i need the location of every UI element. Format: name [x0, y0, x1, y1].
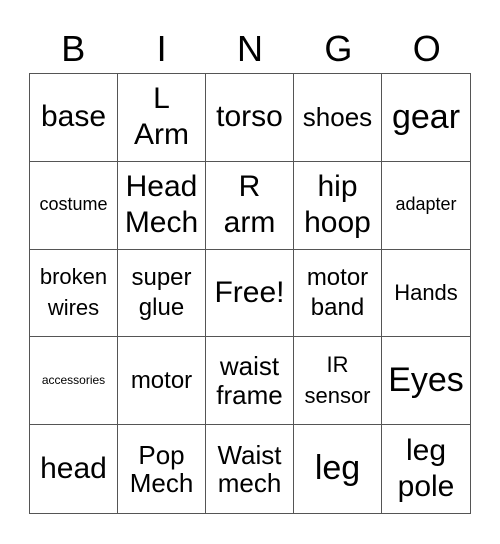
cell-label: hip hoop: [304, 170, 371, 240]
cell-label: L Arm: [134, 82, 189, 152]
cell-label: costume: [39, 194, 108, 215]
cell-label: Hands: [394, 279, 458, 305]
bingo-cell[interactable]: motor band: [294, 249, 382, 338]
bingo-cell[interactable]: Head Mech: [118, 161, 206, 250]
bingo-cell[interactable]: base: [30, 74, 118, 162]
cell-label: waist frame: [216, 351, 283, 410]
bingo-cell[interactable]: leg pole: [382, 425, 470, 513]
bingo-cell[interactable]: torso: [206, 74, 294, 162]
cell-label: adapter: [395, 194, 457, 215]
cell-label: broken wires: [39, 264, 108, 320]
bingo-cell[interactable]: head: [30, 425, 118, 513]
bingo-cell[interactable]: accessories: [30, 337, 118, 426]
bingo-cell[interactable]: IR sensor: [294, 337, 382, 426]
cell-label: Eyes: [388, 361, 464, 400]
header-letter-i: I: [156, 28, 167, 69]
bingo-cell[interactable]: super glue: [118, 249, 206, 338]
free-space-cell[interactable]: Free!: [206, 249, 294, 338]
bingo-cell[interactable]: costume: [30, 161, 118, 250]
cell-label: R arm: [223, 170, 276, 240]
cell-label: motor band: [306, 263, 369, 321]
bingo-cell[interactable]: Eyes: [382, 337, 470, 426]
cell-label: torso: [216, 100, 283, 134]
bingo-cell[interactable]: broken wires: [30, 249, 118, 338]
cell-label: Pop Mech: [129, 439, 194, 499]
bingo-grid: base L Arm torso shoes gear costume Head Mech R…: [29, 73, 471, 514]
cell-label: head: [40, 452, 107, 486]
cell-label: gear: [391, 97, 461, 136]
cell-label: shoes: [302, 102, 373, 133]
bingo-cell[interactable]: waist frame: [206, 337, 294, 426]
bingo-cell[interactable]: motor: [118, 337, 206, 426]
cell-label: leg pole: [397, 434, 455, 504]
bingo-cell[interactable]: Hands: [382, 250, 470, 338]
bingo-cell[interactable]: Pop Mech: [118, 425, 206, 513]
bingo-cell[interactable]: gear: [382, 74, 470, 162]
cell-label: Head Mech: [124, 170, 199, 240]
cell-label: accessories: [41, 373, 106, 388]
cell-label: super glue: [131, 263, 192, 321]
header-letter-o: O: [412, 28, 441, 69]
cell-label: motor: [130, 366, 193, 394]
cell-label: base: [40, 100, 107, 134]
cell-label: Free!: [214, 275, 285, 309]
header-letter-n: N: [236, 28, 263, 69]
bingo-cell[interactable]: L Arm: [118, 74, 206, 162]
bingo-cell[interactable]: R arm: [206, 161, 294, 250]
bingo-cell[interactable]: adapter: [382, 162, 470, 250]
bingo-cell[interactable]: leg: [294, 425, 382, 513]
bingo-cell[interactable]: Waist mech: [206, 425, 294, 513]
bingo-header: B I N G O: [29, 26, 471, 72]
header-letter-b: B: [61, 28, 86, 69]
cell-label: IR sensor: [304, 351, 371, 408]
cell-label: Waist mech: [217, 439, 282, 499]
bingo-cell[interactable]: shoes: [294, 74, 382, 162]
bingo-cell[interactable]: hip hoop: [294, 161, 382, 250]
cell-label: leg: [314, 449, 361, 488]
header-letter-g: G: [324, 28, 353, 69]
